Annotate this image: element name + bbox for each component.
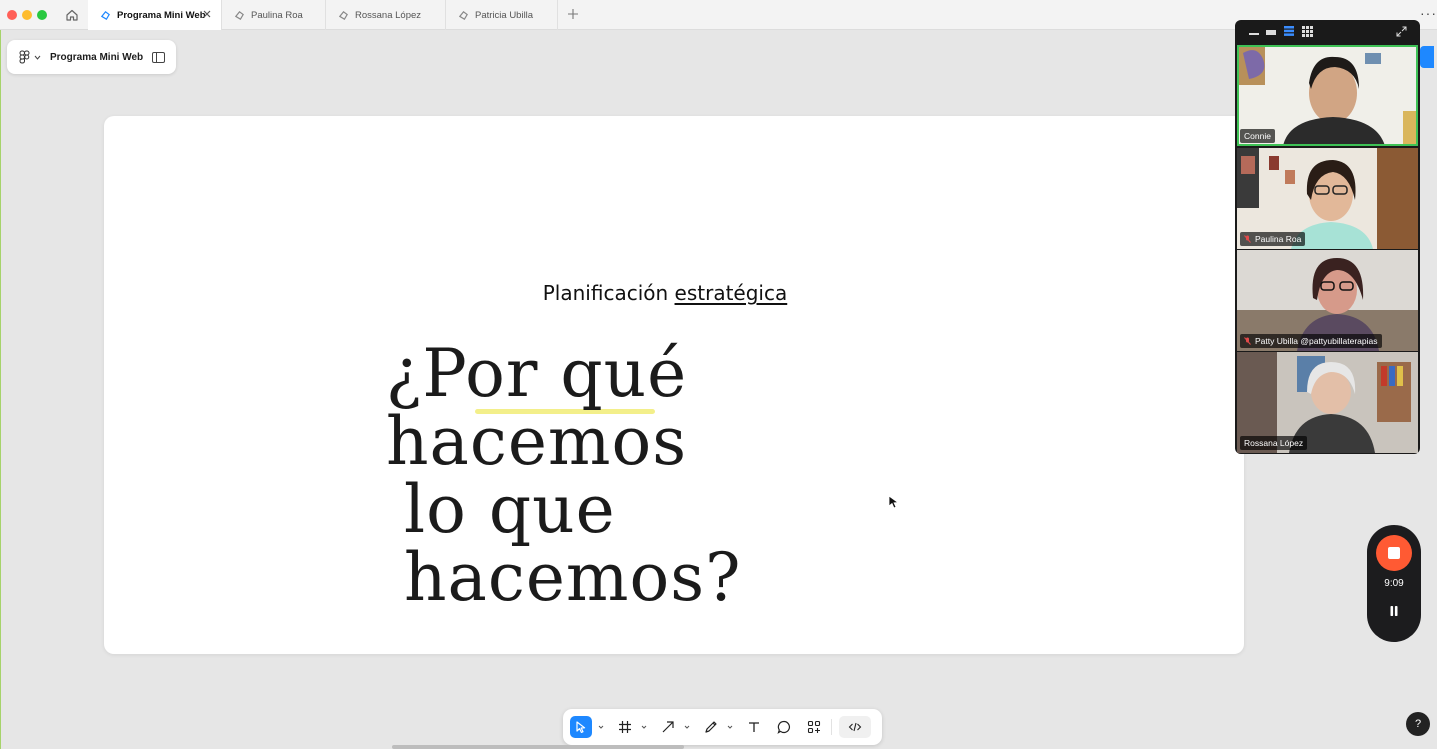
tab-bar: Programa Mini Web Paulina Roa Rossana Ló… (0, 0, 1437, 30)
window-edge (0, 30, 1, 749)
components-tool-icon (807, 720, 821, 734)
components-tool-button[interactable] (803, 716, 825, 738)
pencil-tool-button[interactable] (700, 716, 722, 738)
more-options-icon[interactable]: ··· (1420, 5, 1437, 21)
tab-label: Rossana López (355, 9, 422, 21)
tab-paulina-roa[interactable]: Paulina Roa (222, 0, 326, 30)
figma-icon[interactable] (19, 50, 30, 64)
zoom-window-button[interactable] (37, 10, 47, 20)
help-button[interactable]: ? (1406, 712, 1430, 736)
recording-timer: 9:09 (1384, 578, 1404, 589)
muted-mic-icon (1244, 235, 1251, 243)
horizontal-scrollbar[interactable] (392, 745, 684, 749)
bottom-toolbar (563, 709, 882, 745)
move-tool-button[interactable] (570, 716, 592, 738)
slide-headline: ¿Por qué hacemos lo que hacemos? (374, 340, 974, 612)
chevron-down-icon[interactable] (727, 724, 733, 730)
chevron-down-icon[interactable] (34, 54, 41, 61)
close-window-button[interactable] (7, 10, 17, 20)
text-tool-button[interactable] (743, 716, 765, 738)
participant-tile-paulina-roa[interactable]: Paulina Roa (1237, 148, 1418, 249)
headline-line-1: ¿Por qué hacemos (386, 335, 688, 480)
arrow-tool-button[interactable] (657, 716, 679, 738)
chevron-down-icon[interactable] (598, 724, 604, 730)
chevron-down-icon[interactable] (641, 724, 647, 730)
participant-name-label: Connie (1240, 129, 1275, 143)
frame-tool-button[interactable] (614, 716, 636, 738)
tab-patricia-ubilla[interactable]: Patricia Ubilla (446, 0, 558, 30)
expand-icon[interactable] (1396, 26, 1407, 37)
move-tool-icon (576, 721, 586, 733)
video-panel-toolbar (1235, 20, 1420, 44)
video-call-panel: Connie Paulina Roa Patty Ubilla @pattyub… (1235, 20, 1420, 454)
tab-rossana-lopez[interactable]: Rossana López (326, 0, 446, 30)
participant-tile-rossana-lopez[interactable]: Rossana López (1237, 352, 1418, 453)
slides-file-icon (338, 10, 348, 20)
tab-label: Paulina Roa (251, 9, 303, 21)
home-icon[interactable] (64, 7, 80, 23)
toggle-sidebar-icon[interactable] (152, 51, 166, 63)
file-name[interactable]: Programa Mini Web (50, 52, 143, 63)
arrow-tool-icon (662, 721, 674, 733)
slides-file-icon (234, 10, 244, 20)
file-menu[interactable]: Programa Mini Web (7, 40, 176, 74)
subtitle-underlined-text: estratégica (674, 281, 788, 305)
toolbar-divider (831, 719, 832, 735)
participant-name-label: Paulina Roa (1240, 232, 1306, 246)
speaker-view-icon[interactable] (1266, 28, 1276, 36)
minimize-window-button[interactable] (22, 10, 32, 20)
pencil-tool-icon (705, 721, 717, 733)
new-tab-icon[interactable] (566, 7, 580, 21)
participant-name-label: Rossana López (1240, 436, 1308, 450)
strip-view-icon[interactable] (1284, 26, 1294, 36)
tab-label: Patricia Ubilla (475, 9, 534, 21)
slide-subtitle: Planificación estratégica (104, 281, 1226, 305)
close-tab-icon[interactable] (201, 8, 213, 20)
muted-mic-icon (1244, 337, 1251, 345)
subtitle-text: Planificación (542, 281, 669, 305)
slides-file-icon (458, 10, 468, 20)
dev-mode-button[interactable] (839, 716, 871, 738)
gallery-view-icon[interactable] (1302, 26, 1313, 37)
mouse-cursor-icon (888, 495, 900, 509)
participant-name-label: Patty Ubilla @pattyubillaterapias (1240, 334, 1382, 348)
comment-tool-button[interactable] (773, 716, 795, 738)
slides-file-icon (100, 10, 110, 20)
slide-canvas[interactable]: Planificación estratégica ¿Por qué hacem… (104, 116, 1244, 654)
frame-tool-icon (619, 721, 631, 733)
comment-tool-icon (777, 720, 790, 734)
headline-line-2: lo que hacemos? (404, 471, 742, 616)
minimize-view-icon[interactable] (1249, 28, 1259, 36)
stop-recording-button[interactable] (1376, 535, 1412, 571)
recording-controls: 9:09 (1367, 525, 1421, 642)
pause-icon[interactable] (1388, 605, 1400, 617)
dev-mode-icon (848, 722, 862, 732)
participant-tile-patty-ubilla[interactable]: Patty Ubilla @pattyubillaterapias (1237, 250, 1418, 351)
share-button[interactable] (1420, 46, 1434, 68)
tab-programa-mini-web[interactable]: Programa Mini Web (88, 0, 222, 30)
text-tool-icon (749, 722, 759, 732)
participant-tile-connie[interactable]: Connie (1237, 45, 1418, 146)
tab-label: Programa Mini Web (117, 9, 206, 21)
chevron-down-icon[interactable] (684, 724, 690, 730)
